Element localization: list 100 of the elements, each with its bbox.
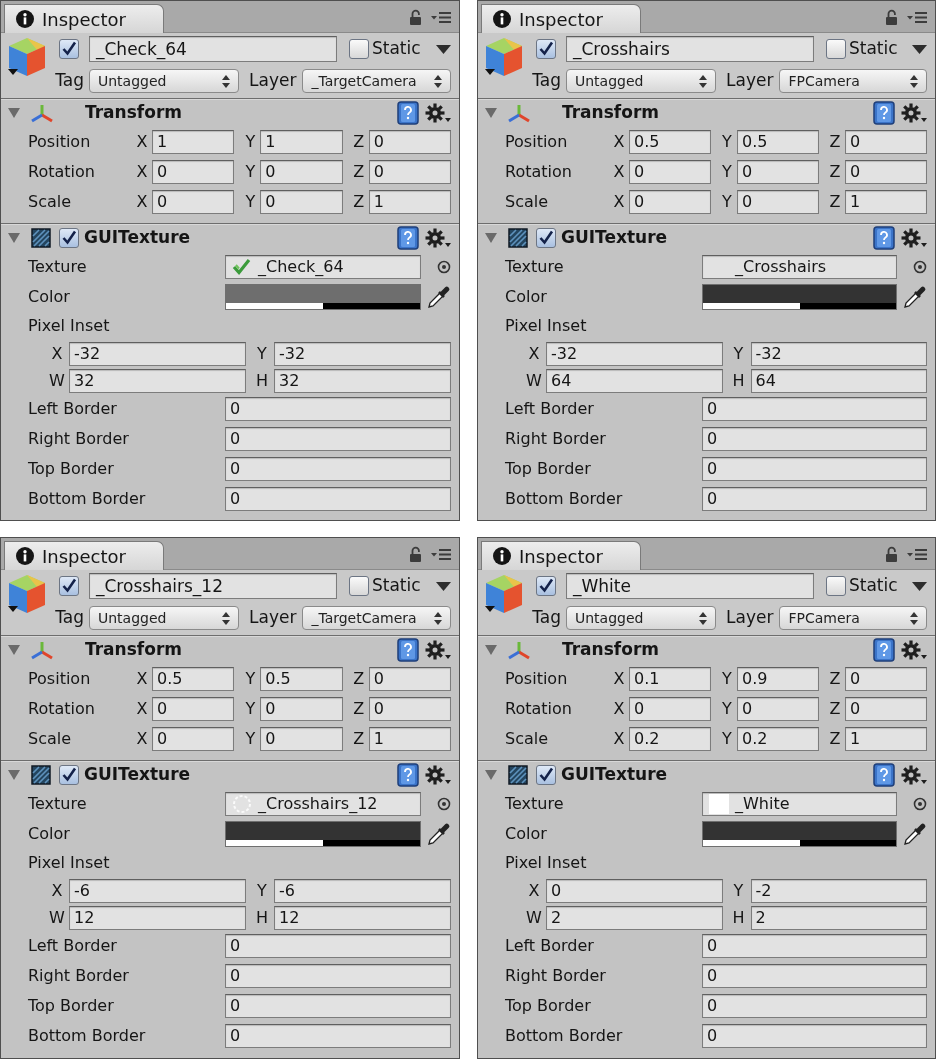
static-checkbox[interactable]	[826, 576, 846, 596]
number-field[interactable]: 0	[225, 397, 451, 421]
component-checkbox[interactable]	[536, 228, 556, 248]
inspector-tab[interactable]: Inspector	[481, 541, 641, 570]
number-field[interactable]: 0	[546, 878, 723, 903]
component-checkbox[interactable]	[536, 765, 556, 785]
foldout-triangle-icon[interactable]	[8, 108, 20, 118]
number-field[interactable]: -32	[546, 341, 723, 366]
number-field[interactable]: 1	[845, 190, 927, 214]
texture-field[interactable]: _Crosshairs	[702, 255, 897, 279]
number-field[interactable]: 64	[750, 368, 927, 393]
settings-icon[interactable]	[901, 640, 927, 660]
layer-dropdown[interactable]: FPCamera	[779, 69, 927, 93]
number-field[interactable]: 0	[152, 160, 235, 184]
number-field[interactable]: 0	[845, 667, 927, 691]
number-field[interactable]: 0	[225, 964, 451, 988]
help-icon[interactable]	[873, 226, 895, 250]
number-field[interactable]: 12	[69, 905, 246, 930]
number-field[interactable]: 0	[702, 427, 927, 451]
number-field[interactable]: 0	[845, 130, 927, 154]
number-field[interactable]: 0	[225, 994, 451, 1018]
foldout-triangle-icon[interactable]	[8, 645, 20, 655]
number-field[interactable]: 0	[152, 697, 235, 721]
tag-dropdown[interactable]: Untagged	[566, 69, 716, 93]
number-field[interactable]: 0	[152, 727, 235, 751]
caret-icon[interactable]	[436, 44, 451, 54]
circle-dot-icon[interactable]	[437, 260, 451, 274]
number-field[interactable]: 0	[702, 934, 927, 958]
name-field[interactable]: _Check_64	[89, 36, 337, 62]
number-field[interactable]: -6	[274, 878, 451, 903]
foldout-triangle-icon[interactable]	[485, 108, 497, 118]
active-checkbox[interactable]	[59, 39, 79, 59]
color-field[interactable]	[702, 284, 897, 310]
name-field[interactable]: _White	[566, 573, 814, 599]
help-icon[interactable]	[873, 763, 895, 787]
menu-icon[interactable]	[907, 547, 927, 560]
inspector-tab[interactable]: Inspector	[4, 4, 164, 33]
tag-dropdown[interactable]: Untagged	[89, 606, 239, 630]
texture-field[interactable]: _White	[702, 792, 897, 816]
number-field[interactable]: 0.5	[152, 667, 235, 691]
help-icon[interactable]	[873, 638, 895, 662]
number-field[interactable]: 0	[152, 190, 235, 214]
caret-icon[interactable]	[436, 581, 451, 591]
number-field[interactable]: 0.5	[737, 130, 819, 154]
foldout-triangle-icon[interactable]	[485, 645, 497, 655]
name-field[interactable]: _Crosshairs_12	[89, 573, 337, 599]
number-field[interactable]: 1	[845, 727, 927, 751]
number-field[interactable]: 0	[260, 160, 343, 184]
circle-dot-icon[interactable]	[913, 797, 927, 811]
component-checkbox[interactable]	[59, 765, 79, 785]
number-field[interactable]: 0	[368, 667, 451, 691]
help-icon[interactable]	[397, 101, 419, 125]
color-field[interactable]	[225, 284, 421, 310]
static-checkbox[interactable]	[349, 39, 369, 59]
texture-field[interactable]: _Check_64	[225, 255, 421, 279]
lock-icon[interactable]	[409, 545, 422, 562]
active-checkbox[interactable]	[59, 576, 79, 596]
number-field[interactable]: -32	[274, 341, 451, 366]
menu-icon[interactable]	[431, 547, 451, 560]
help-icon[interactable]	[397, 638, 419, 662]
name-field[interactable]: _Crosshairs	[566, 36, 814, 62]
number-field[interactable]: 1	[152, 130, 235, 154]
eyedropper-icon[interactable]	[427, 285, 451, 309]
number-field[interactable]: -2	[750, 878, 927, 903]
texture-field[interactable]: _Crosshairs_12	[225, 792, 421, 816]
eyedropper-icon[interactable]	[427, 822, 451, 846]
number-field[interactable]: 0.5	[629, 130, 711, 154]
layer-dropdown[interactable]: _TargetCamera	[302, 69, 451, 93]
number-field[interactable]: 0	[368, 130, 451, 154]
number-field[interactable]: 0	[368, 697, 451, 721]
number-field[interactable]: 0	[702, 1024, 927, 1048]
number-field[interactable]: -32	[69, 341, 246, 366]
number-field[interactable]: 0.1	[629, 667, 711, 691]
number-field[interactable]: 12	[274, 905, 451, 930]
static-checkbox[interactable]	[826, 39, 846, 59]
number-field[interactable]: 1	[368, 727, 451, 751]
number-field[interactable]: 0	[737, 160, 819, 184]
foldout-triangle-icon[interactable]	[8, 770, 20, 780]
circle-dot-icon[interactable]	[437, 797, 451, 811]
number-field[interactable]: 0	[260, 190, 343, 214]
number-field[interactable]: 2	[750, 905, 927, 930]
number-field[interactable]: 0	[225, 427, 451, 451]
number-field[interactable]: 0	[702, 457, 927, 481]
caret-icon[interactable]	[912, 581, 927, 591]
lock-icon[interactable]	[885, 545, 898, 562]
number-field[interactable]: 0	[225, 934, 451, 958]
circle-dot-icon[interactable]	[913, 260, 927, 274]
settings-icon[interactable]	[901, 103, 927, 123]
layer-dropdown[interactable]: FPCamera	[779, 606, 927, 630]
number-field[interactable]: 0	[702, 964, 927, 988]
caret-icon[interactable]	[912, 44, 927, 54]
static-checkbox[interactable]	[349, 576, 369, 596]
number-field[interactable]: 0	[702, 994, 927, 1018]
number-field[interactable]: 0.9	[737, 667, 819, 691]
color-field[interactable]	[702, 821, 897, 847]
menu-icon[interactable]	[431, 10, 451, 23]
settings-icon[interactable]	[425, 228, 451, 248]
settings-icon[interactable]	[425, 103, 451, 123]
active-checkbox[interactable]	[536, 576, 556, 596]
component-checkbox[interactable]	[59, 228, 79, 248]
